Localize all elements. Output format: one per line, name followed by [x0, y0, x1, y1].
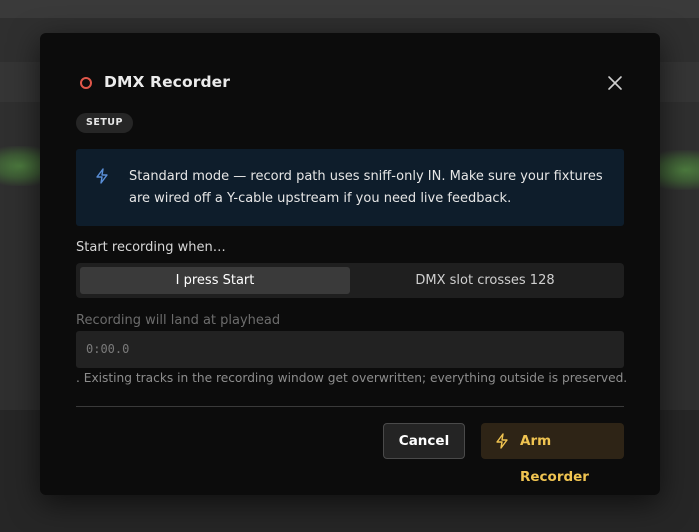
overwrite-note: . Existing tracks in the recording windo…: [76, 371, 628, 385]
close-button[interactable]: [606, 74, 624, 92]
trigger-option-press-start[interactable]: I press Start: [80, 267, 350, 294]
footer-divider: [76, 406, 624, 407]
lightning-icon: [96, 168, 108, 184]
dmx-recorder-dialog: DMX Recorder SETUP Standard mode — recor…: [40, 33, 660, 495]
lightning-icon: [496, 433, 508, 449]
background-header: [0, 0, 699, 18]
cancel-button[interactable]: Cancel: [383, 423, 465, 459]
close-icon: [608, 76, 622, 90]
arm-recorder-label: Arm Recorder: [520, 433, 589, 485]
trigger-option-dmx-slot[interactable]: DMX slot crosses 128: [350, 267, 620, 294]
dialog-title: DMX Recorder: [104, 73, 231, 91]
setup-badge: SETUP: [76, 113, 133, 133]
trigger-segmented-control: I press Start DMX slot crosses 128: [76, 263, 624, 298]
record-circle-icon: [80, 77, 92, 89]
info-text: Standard mode — record path uses sniff-o…: [129, 169, 603, 206]
start-recording-label: Start recording when…: [76, 240, 226, 255]
playhead-label: Recording will land at playhead: [76, 313, 281, 328]
playhead-field[interactable]: [76, 331, 624, 368]
arm-recorder-button[interactable]: Arm Recorder: [481, 423, 624, 485]
info-banner: Standard mode — record path uses sniff-o…: [76, 149, 624, 226]
